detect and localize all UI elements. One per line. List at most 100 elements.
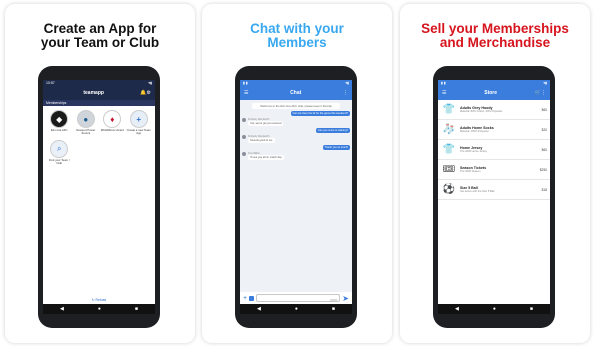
message-text: Can we have the kit for the game this we… — [290, 111, 350, 116]
headline-line-2: your Team or Club — [40, 35, 160, 50]
plus-icon[interactable]: + — [243, 295, 247, 302]
product-price: $60 — [541, 107, 547, 112]
clubs-grid: ◆ Elm-Gra AFC ● Newport Power Juniors ♦ … — [46, 110, 152, 166]
gear-icon[interactable]: ⚙ — [147, 90, 151, 96]
message-text: I'll see you all on match day — [248, 155, 284, 160]
product-desc: Get active with the Size 5 Ball — [460, 190, 495, 193]
headline: Create an App for your Team or Club — [5, 22, 195, 50]
phone-frame: 10:57 ▾▮ teamapp 🔔 ⚙ Memberships ◆ Elm-G… — [38, 66, 160, 328]
signal-icon: ▾▮ — [345, 81, 349, 85]
android-nav-bar: ◀ ● ■ — [240, 304, 352, 314]
promo-panel-store: Sell your Memberships and Merchandise ▮ … — [400, 4, 590, 343]
ball-icon: ⚽ — [442, 184, 456, 195]
home-icon[interactable]: ● — [98, 306, 101, 312]
headline: Sell your Memberships and Merchandise — [400, 22, 590, 50]
status-time: 10:57 — [46, 81, 55, 85]
store-title: Store — [484, 90, 498, 96]
message-incoming: Trent Miller I'll see you all on match d… — [242, 152, 350, 160]
jersey-icon: 👕 — [442, 144, 456, 155]
signal-icon: ▾▮ — [543, 81, 547, 85]
status-icons: ▮ ▮ — [441, 81, 446, 85]
phone-frame: ▮ ▮ ▾▮ ☰ Store 🛒 ⋮ 👕 Adults Grey Hoody M… — [433, 66, 555, 328]
signal-icon: ▾▮ — [148, 81, 152, 85]
headline: Chat with your Members — [202, 22, 392, 50]
socks-icon: 🧦 — [442, 124, 456, 135]
ball-icon: ● — [76, 110, 95, 128]
back-icon[interactable]: ◀ — [455, 306, 459, 312]
app-bar: ☰ Store 🛒 ⋮ — [438, 86, 550, 100]
shield-icon: ◆ — [50, 110, 69, 128]
product-row[interactable]: ⚽ Size 5 Ball Get active with the Size 5… — [438, 180, 550, 200]
product-price: $20 — [541, 127, 547, 132]
message-outgoing: Thank you so much! — [242, 145, 350, 150]
android-nav-bar: ◀ ● ■ — [43, 304, 155, 314]
message-outgoing: Can we have the kit for the game this we… — [242, 111, 350, 116]
product-price: $250 — [539, 167, 547, 172]
club-name: MKHillbrow United — [100, 128, 124, 132]
home-icon[interactable]: ● — [295, 306, 298, 312]
avatar — [242, 118, 246, 122]
promo-panel-chat: Chat with your Members ▮ ▮ ▾▮ ☰ Chat ⋮ W… — [202, 4, 392, 343]
product-row[interactable]: 🧦 Adults Home Socks Material: 100% Polye… — [438, 120, 550, 140]
app-bar: ☰ Chat ⋮ — [240, 86, 352, 100]
reload-link[interactable]: ↻ Reload — [43, 298, 155, 302]
create-team-tile[interactable]: + Create a new Team App — [126, 110, 153, 136]
club-name: Elm-Gra AFC — [50, 128, 68, 132]
product-desc: The 2020 Home Jersey — [460, 150, 487, 153]
phone-screen-chat: ▮ ▮ ▾▮ ☰ Chat ⋮ Welcome to the Elm-Gra A… — [240, 80, 352, 314]
message-outgoing: Can you come to training? — [242, 128, 350, 133]
app-bar: teamapp 🔔 ⚙ — [43, 86, 155, 100]
back-icon[interactable]: ◀ — [257, 306, 261, 312]
club-tile[interactable]: ● Newport Power Juniors — [73, 110, 100, 136]
promo-panel-create-app: Create an App for your Team or Club 10:5… — [5, 4, 195, 343]
image-icon[interactable] — [249, 295, 255, 301]
product-row[interactable]: 👕 Adults Grey Hoody Material: 80% Cotton… — [438, 100, 550, 120]
send-icon[interactable]: ➤ — [342, 294, 349, 303]
message-text: Sounds good to me — [248, 138, 275, 143]
back-icon[interactable]: ◀ — [60, 306, 64, 312]
recents-icon[interactable]: ■ — [135, 306, 138, 312]
message-text: Thank you so much! — [322, 145, 350, 150]
recents-icon[interactable]: ■ — [530, 306, 533, 312]
crest-icon: ♦ — [103, 110, 122, 128]
headline-line-1: Sell your Memberships — [421, 21, 569, 36]
message-composer: + 0/2000 ➤ — [240, 292, 352, 304]
section-label: Memberships — [43, 100, 155, 106]
avatar — [242, 152, 246, 156]
product-price: $60 — [541, 147, 547, 152]
more-icon[interactable]: ⋮ — [541, 90, 546, 96]
pinned-note: Welcome to the Elm-Gra AFC chat, please … — [252, 103, 340, 109]
android-nav-bar: ◀ ● ■ — [438, 304, 550, 314]
headline-line-2: Members — [267, 35, 327, 50]
phone-screen-memberships: 10:57 ▾▮ teamapp 🔔 ⚙ Memberships ◆ Elm-G… — [43, 80, 155, 314]
phone-screen-store: ▮ ▮ ▾▮ ☰ Store 🛒 ⋮ 👕 Adults Grey Hoody M… — [438, 80, 550, 314]
product-desc: The 2020 Season — [460, 170, 481, 173]
app-name: teamapp — [83, 90, 104, 96]
find-team-tile[interactable]: ⌕ Find your Team / Club — [46, 139, 73, 166]
message-incoming: Kimberly Wentworth Sounds good to me — [242, 135, 350, 143]
product-desc: Material: 80% Cotton, 20% Polyester — [460, 110, 503, 113]
phone-frame: ▮ ▮ ▾▮ ☰ Chat ⋮ Welcome to the Elm-Gra A… — [235, 66, 357, 328]
message-text: Yes, we've got you covered — [248, 121, 284, 126]
headline-line-1: Create an App for — [43, 21, 157, 36]
more-icon[interactable]: ⋮ — [343, 90, 348, 96]
hoody-icon: 👕 — [442, 104, 456, 115]
recents-icon[interactable]: ■ — [332, 306, 335, 312]
headline-line-2: and Merchandise — [439, 35, 551, 50]
headline-line-1: Chat with your — [250, 21, 344, 36]
club-name: Create a new Team App — [126, 128, 151, 136]
club-name: Newport Power Juniors — [76, 128, 96, 136]
chat-title: Chat — [290, 90, 302, 96]
chat-messages: Welcome to the Elm-Gra AFC chat, please … — [240, 100, 352, 292]
club-tile[interactable]: ◆ Elm-Gra AFC — [46, 110, 73, 136]
club-tile[interactable]: ♦ MKHillbrow United — [99, 110, 126, 136]
product-row[interactable]: 👕 Home Jersey The 2020 Home Jersey $60 — [438, 140, 550, 160]
product-price: $18 — [541, 187, 547, 192]
club-name: Find your Team / Club — [48, 157, 70, 166]
product-row[interactable]: 🎟 Season Tickets The 2020 Season $250 — [438, 160, 550, 180]
plus-icon: + — [129, 110, 148, 128]
message-text: Can you come to training? — [315, 128, 350, 133]
home-icon[interactable]: ● — [493, 306, 496, 312]
message-input[interactable]: 0/2000 — [256, 294, 341, 302]
avatar — [242, 135, 246, 139]
